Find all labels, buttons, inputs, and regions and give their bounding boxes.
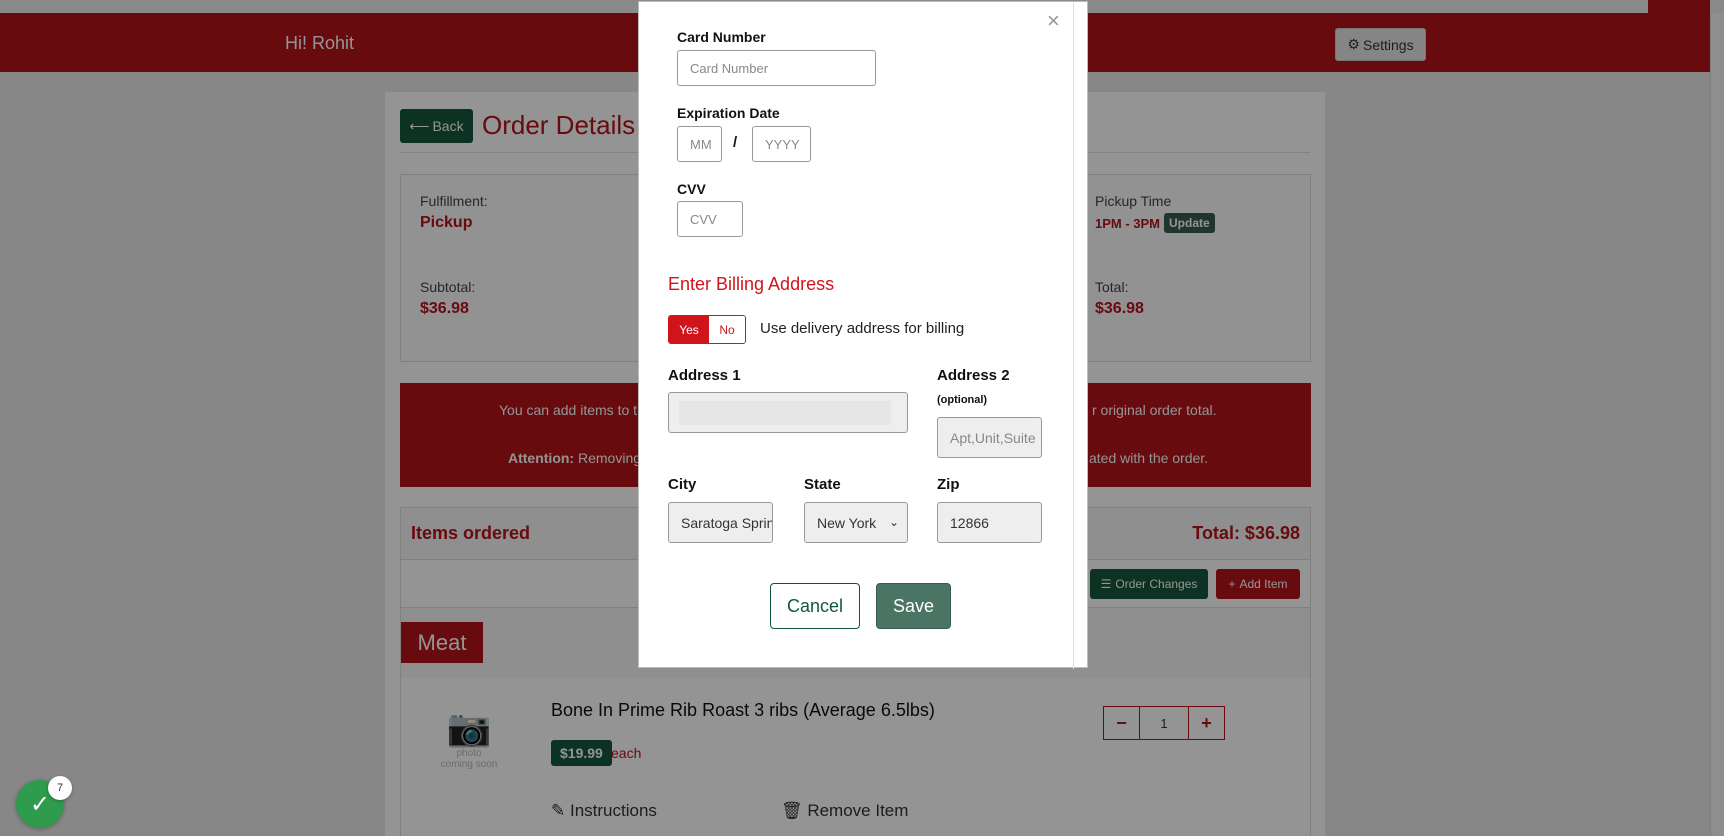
billing-same-toggle: Yes No (668, 315, 746, 344)
card-number-label: Card Number (677, 29, 766, 45)
expiration-year-input[interactable]: YYYY (752, 126, 811, 162)
state-label: State (804, 476, 841, 493)
cancel-button[interactable]: Cancel (770, 583, 860, 629)
date-separator: / (733, 134, 738, 151)
city-input[interactable]: Saratoga Springs (668, 502, 773, 543)
expiration-month-input[interactable]: MM (677, 126, 722, 162)
expiration-date-label: Expiration Date (677, 105, 780, 121)
save-button[interactable]: Save (876, 583, 951, 629)
toggle-description: Use delivery address for billing (760, 320, 965, 337)
check-icon: ✓ (29, 790, 51, 818)
modal-scrollbar[interactable] (1073, 2, 1074, 669)
city-label: City (668, 476, 697, 493)
address1-autofill (679, 401, 891, 425)
zip-label: Zip (937, 476, 960, 493)
payment-modal: × Card Number Card Number Expiration Dat… (638, 1, 1088, 669)
address1-input[interactable] (668, 392, 908, 433)
notification-badge: 7 (48, 776, 72, 800)
address2-label: Address 2 (937, 367, 1010, 384)
close-icon[interactable]: × (1047, 8, 1060, 34)
cvv-input[interactable]: CVV (677, 201, 743, 237)
zip-input[interactable]: 12866 (937, 502, 1042, 543)
address1-label: Address 1 (668, 367, 741, 384)
toggle-no-button[interactable]: No (709, 316, 745, 343)
toggle-yes-button[interactable]: Yes (669, 316, 709, 343)
cvv-label: CVV (677, 181, 706, 197)
state-value: New York (817, 514, 877, 531)
billing-address-heading: Enter Billing Address (668, 274, 835, 294)
address2-optional: (optional) (937, 394, 988, 406)
address2-input[interactable]: Apt,Unit,Suite (937, 417, 1042, 458)
card-number-input[interactable]: Card Number (677, 50, 876, 86)
chevron-down-icon: ⌄ (888, 515, 899, 529)
state-select[interactable]: New York ⌄ (804, 502, 908, 543)
